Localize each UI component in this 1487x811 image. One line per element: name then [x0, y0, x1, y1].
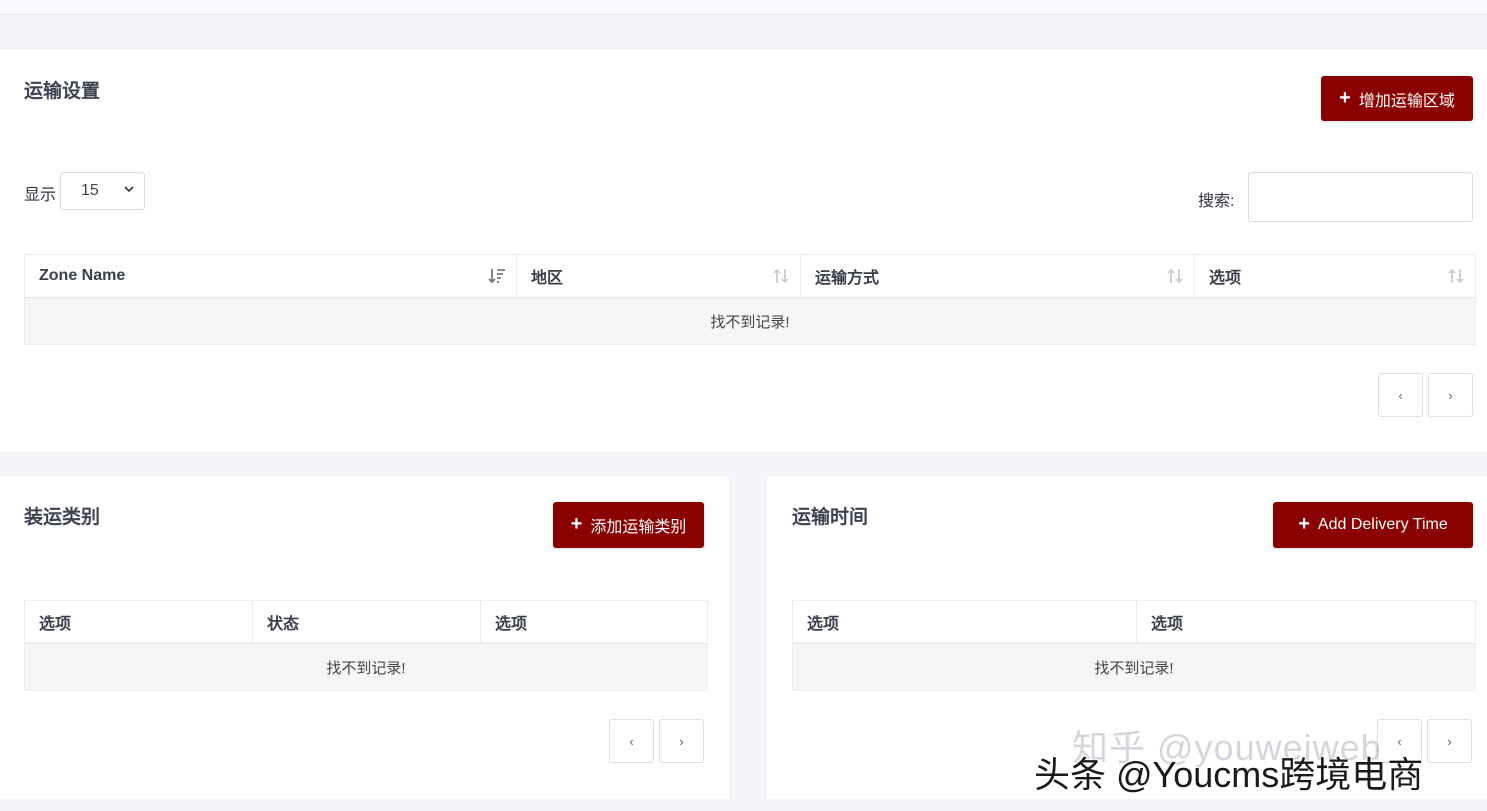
- toutiao-watermark: 头条 @Youcms跨境电商: [1034, 754, 1424, 795]
- top-bar: [0, 0, 1487, 15]
- column-header-region[interactable]: 地区: [516, 254, 801, 298]
- add-shipping-zone-button[interactable]: + 增加运输区域: [1321, 76, 1473, 121]
- sort-icon: [1167, 268, 1183, 284]
- page-size-value: 15: [81, 182, 99, 199]
- empty-row: 找不到记录!: [24, 643, 708, 691]
- empty-message: 找不到记录!: [792, 643, 1476, 691]
- add-delivery-time-label: Add Delivery Time: [1317, 516, 1448, 533]
- prev-page-button[interactable]: ‹: [609, 719, 654, 763]
- shipping-settings-card: 运输设置 + 增加运输区域 显示 15 搜索: Zone Name 地区 运输方…: [0, 50, 1487, 451]
- plus-icon: +: [1298, 513, 1310, 535]
- table-header-row: 选项 状态 选项: [24, 600, 708, 644]
- plus-icon: +: [1339, 86, 1351, 109]
- column-header-options-2[interactable]: 选项: [1136, 600, 1476, 644]
- shipping-classes-title: 装运类别: [24, 507, 101, 528]
- shipping-zones-table: Zone Name 地区 运输方式 选项 找不到记录!: [24, 254, 1476, 345]
- plus-icon: +: [570, 513, 583, 535]
- column-header-zone-name[interactable]: Zone Name: [24, 254, 517, 298]
- column-header-shipping-method[interactable]: 运输方式: [800, 254, 1195, 298]
- empty-message: 找不到记录!: [24, 643, 708, 691]
- add-shipping-class-button[interactable]: + 添加运输类别: [553, 502, 704, 548]
- delivery-time-table: 选项 选项 找不到记录!: [792, 600, 1476, 691]
- prev-page-button[interactable]: ‹: [1378, 373, 1423, 417]
- sort-desc-icon: [488, 269, 505, 284]
- empty-message: 找不到记录!: [24, 297, 1476, 345]
- shipping-settings-title: 运输设置: [24, 81, 101, 102]
- empty-row: 找不到记录!: [24, 297, 1476, 345]
- sort-icon: [1448, 268, 1464, 284]
- next-page-button[interactable]: ›: [1427, 719, 1472, 763]
- sort-icon: [773, 268, 789, 284]
- add-shipping-zone-label: 增加运输区域: [1358, 92, 1455, 110]
- shipping-classes-card: 装运类别 + 添加运输类别 选项 状态 选项 找不到记录! ‹ ›: [0, 477, 729, 799]
- column-header-options[interactable]: 选项: [792, 600, 1137, 644]
- search-label: 搜索:: [1198, 193, 1235, 210]
- table-header-row: Zone Name 地区 运输方式 选项: [24, 254, 1476, 298]
- show-label: 显示: [24, 187, 57, 204]
- table-header-row: 选项 选项: [792, 600, 1476, 644]
- column-header-options[interactable]: 选项: [24, 600, 253, 644]
- delivery-time-title: 运输时间: [792, 507, 869, 528]
- next-page-button[interactable]: ›: [659, 719, 704, 763]
- empty-row: 找不到记录!: [792, 643, 1476, 691]
- column-header-options-2[interactable]: 选项: [480, 600, 708, 644]
- next-page-button[interactable]: ›: [1428, 373, 1473, 417]
- add-shipping-class-label: 添加运输类别: [590, 519, 687, 536]
- column-header-status[interactable]: 状态: [252, 600, 481, 644]
- shipping-classes-table: 选项 状态 选项 找不到记录!: [24, 600, 708, 691]
- column-header-options[interactable]: 选项: [1194, 254, 1476, 298]
- page-size-select[interactable]: 15: [60, 172, 145, 210]
- chevron-down-icon: [124, 186, 134, 193]
- add-delivery-time-button[interactable]: + Add Delivery Time: [1273, 502, 1473, 548]
- search-input[interactable]: [1248, 172, 1473, 222]
